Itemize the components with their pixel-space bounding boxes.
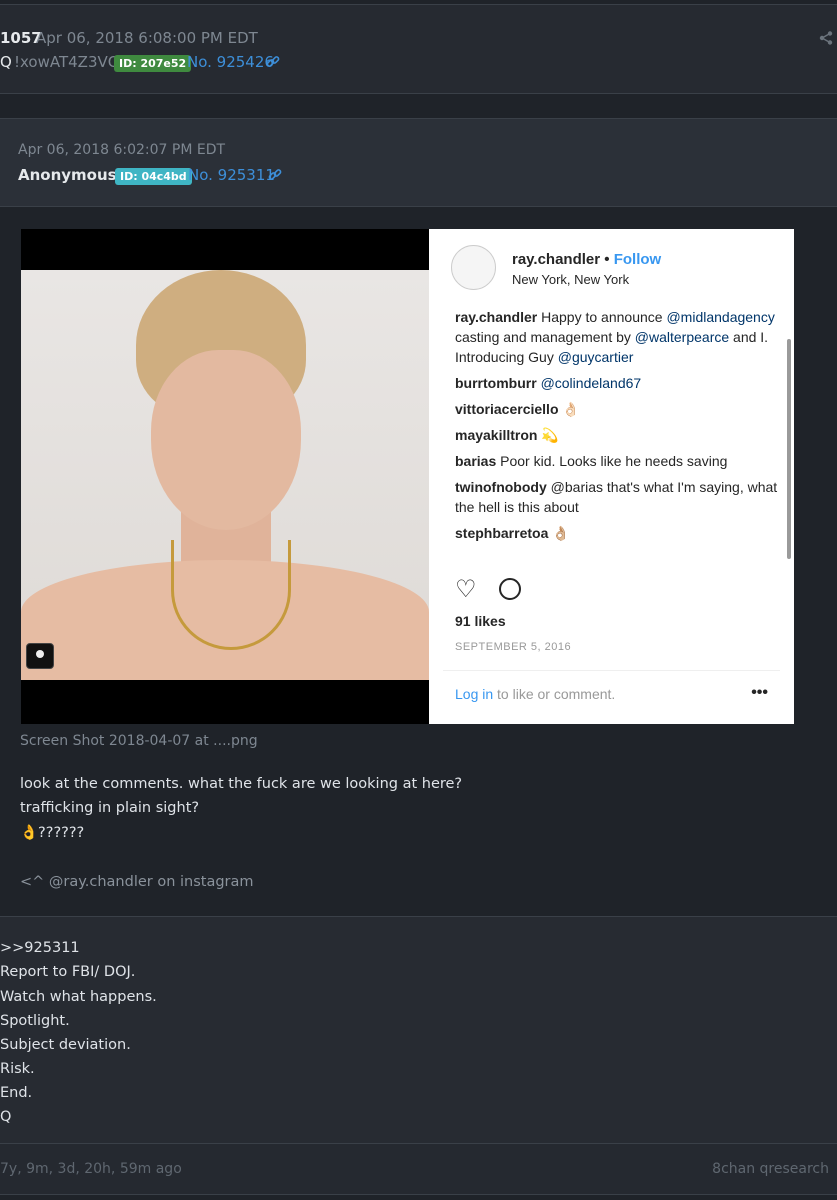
- ig-date: SEPTEMBER 5, 2016: [455, 641, 572, 653]
- divider: [0, 1194, 837, 1195]
- ig-comments: ray.chandler Happy to announce @midlanda…: [455, 307, 780, 549]
- id-badge[interactable]: ID: 207e52: [114, 55, 192, 72]
- reply-body: [0, 917, 837, 1144]
- post-date: Apr 06, 2018 6:02:07 PM EDT: [18, 142, 226, 158]
- divider: [0, 206, 837, 207]
- attached-image[interactable]: ray.chandler • Follow New York, New York…: [21, 229, 794, 724]
- ig-bullet: •: [604, 251, 610, 268]
- reply-line: End.: [0, 1085, 33, 1101]
- poster-name: Anonymous: [18, 166, 117, 184]
- portrait-photo: [21, 270, 429, 680]
- heart-icon: ♡: [455, 576, 477, 603]
- post-header-925426: [0, 5, 837, 93]
- more-icon: •••: [751, 684, 768, 701]
- ig-likes: 91 likes: [455, 613, 506, 629]
- reply-line: Spotlight.: [0, 1013, 70, 1029]
- post-number-link[interactable]: No. 925311: [188, 166, 275, 184]
- avatar: [451, 245, 496, 290]
- share-icon[interactable]: [819, 30, 833, 45]
- image-filename[interactable]: Screen Shot 2018-04-07 at ....png: [20, 733, 258, 749]
- post-header-925311: [0, 118, 837, 206]
- post-number-link[interactable]: No. 925426: [187, 53, 274, 71]
- tripcode: !xowAT4Z3VQ: [14, 53, 120, 71]
- ig-login: Log in to like or comment.: [455, 686, 616, 702]
- ig-comment: barias Poor kid. Looks like he needs sav…: [455, 453, 728, 469]
- ig-location: New York, New York: [512, 272, 630, 287]
- reply-line: Subject deviation.: [0, 1037, 131, 1053]
- poster-name: Q: [0, 53, 12, 71]
- ig-username-row: ray.chandler • Follow: [512, 251, 661, 268]
- post-body-line: trafficking in plain sight?: [20, 800, 200, 816]
- post-age: 7y, 9m, 3d, 20h, 59m ago: [0, 1161, 182, 1177]
- divider: [0, 93, 837, 94]
- link-icon[interactable]: [266, 54, 280, 73]
- post-body-line: look at the comments. what the fuck are …: [20, 776, 463, 792]
- ig-comment: mayakilltron 💫: [455, 427, 559, 443]
- ig-comment: burrtomburr @colindeland67: [455, 375, 642, 391]
- reply-signature: Q: [0, 1109, 12, 1125]
- ig-comment: twinofnobody @barias that's what I'm say…: [455, 479, 778, 515]
- instagram-panel: ray.chandler • Follow New York, New York…: [429, 229, 794, 724]
- reply-quote-link[interactable]: >>925311: [0, 940, 80, 956]
- ig-follow-button: Follow: [613, 251, 662, 268]
- reply-line: Report to FBI/ DOJ.: [0, 964, 136, 980]
- camera-icon: [26, 643, 54, 669]
- ig-caption: ray.chandler Happy to announce @midlanda…: [455, 309, 775, 365]
- reply-line: Risk.: [0, 1061, 35, 1077]
- link-icon[interactable]: [268, 167, 282, 186]
- id-badge[interactable]: ID: 04c4bd: [115, 168, 192, 185]
- post-body-line: 👌??????: [20, 825, 85, 841]
- post-date: Apr 06, 2018 6:08:00 PM EDT: [36, 29, 258, 47]
- ig-scrollbar: [787, 339, 791, 559]
- ig-comment: vittoriacerciello 👌🏻: [455, 401, 580, 417]
- post-footnote: <^ @ray.chandler on instagram: [20, 874, 254, 890]
- comment-icon: [499, 578, 521, 600]
- ig-comment: stephbarretoa 👌🏼: [455, 525, 570, 541]
- ig-username: ray.chandler: [512, 251, 601, 268]
- source-board[interactable]: 8chan qresearch: [712, 1161, 829, 1177]
- reply-line: Watch what happens.: [0, 989, 157, 1005]
